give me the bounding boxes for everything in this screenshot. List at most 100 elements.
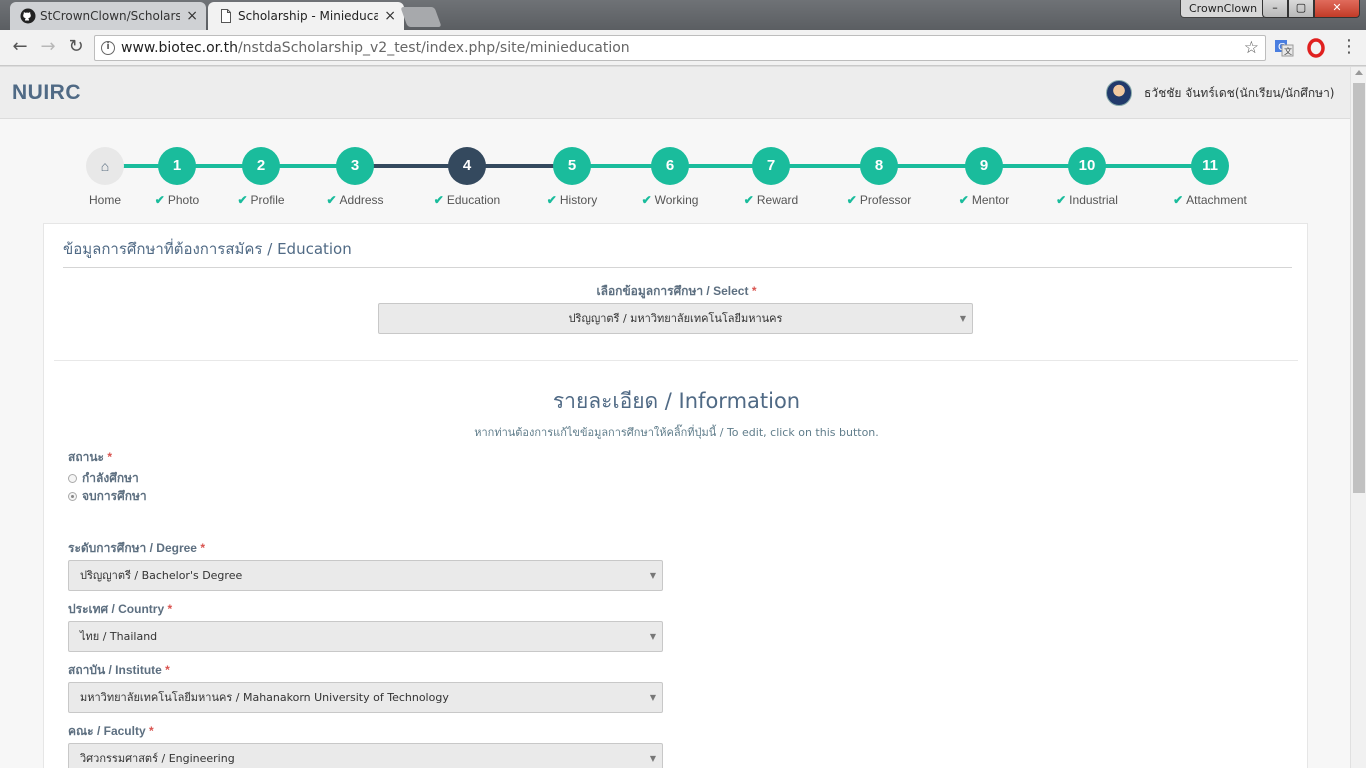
institute-select[interactable]: มหาวิทยาลัยเทคโนโลยีมหานคร / Mahanakorn …: [68, 682, 663, 713]
page-scrollbar[interactable]: [1350, 67, 1366, 768]
chevron-down-icon: ▼: [959, 314, 966, 323]
step-8-circle[interactable]: 8: [860, 147, 898, 185]
check-icon: ✔: [1056, 193, 1067, 207]
tab-label: Scholarship - Minieducati: [238, 9, 378, 23]
bookmark-star-icon[interactable]: ☆: [1244, 36, 1259, 60]
step-label-mentor[interactable]: ✔ Mentor: [959, 193, 1009, 207]
step-2-circle[interactable]: 2: [242, 147, 280, 185]
opera-icon[interactable]: [1306, 38, 1326, 58]
select-value: ปริญญาตรี / Bachelor's Degree: [80, 569, 243, 582]
step-label-text: Education: [446, 193, 501, 207]
back-arrow-icon[interactable]: ←: [8, 36, 32, 60]
avatar[interactable]: [1106, 80, 1132, 106]
address-bar[interactable]: i www.biotec.or.th/nstdaScholarship_v2_t…: [94, 35, 1266, 61]
step-5-circle[interactable]: 5: [553, 147, 591, 185]
degree-select[interactable]: ปริญญาตรี / Bachelor's Degree ▼: [68, 560, 663, 591]
step-label-text: Profile: [250, 193, 285, 207]
check-icon: ✔: [641, 193, 652, 207]
close-window-button[interactable]: ✕: [1314, 0, 1360, 18]
translate-icon[interactable]: G文: [1274, 38, 1294, 58]
step-label-text: Professor: [859, 193, 912, 207]
select-value: มหาวิทยาลัยเทคโนโลยีมหานคร / Mahanakorn …: [80, 691, 449, 704]
step-label-industrial[interactable]: ✔ Industrial: [1056, 193, 1118, 207]
step-4-circle[interactable]: 4: [448, 147, 486, 185]
info-icon[interactable]: i: [101, 41, 115, 55]
edit-hint-link[interactable]: หากท่านต้องการแก้ไขข้อมูลการศึกษาให้คลิ๊…: [44, 423, 1309, 441]
step-label-home[interactable]: Home: [89, 193, 121, 207]
new-tab-button[interactable]: [400, 7, 442, 27]
step-11-circle[interactable]: 11: [1191, 147, 1229, 185]
browser-titlebar: StCrownClown/Scholarsh × Scholarship - M…: [0, 0, 1366, 30]
degree-label: ระดับการศึกษา / Degree *: [68, 539, 205, 558]
tab-github[interactable]: StCrownClown/Scholarsh ×: [10, 2, 206, 30]
profile-button[interactable]: CrownClown: [1180, 0, 1267, 18]
check-icon: ✔: [326, 193, 337, 207]
svg-text:文: 文: [1284, 46, 1292, 56]
step-label-photo[interactable]: ✔ Photo: [155, 193, 199, 207]
close-tab-icon[interactable]: ×: [384, 2, 396, 30]
select-value: ปริญญาตรี / มหาวิทยาลัยเทคโนโลยีมหานคร: [568, 312, 783, 325]
github-icon: [20, 8, 36, 24]
required-mark: *: [148, 724, 154, 738]
maximize-button[interactable]: ▢: [1288, 0, 1314, 18]
status-label: สถานะ *: [68, 448, 112, 467]
tab-scholarship[interactable]: Scholarship - Minieducati ×: [208, 2, 404, 30]
step-label-professor[interactable]: ✔ Professor: [847, 193, 911, 207]
close-tab-icon[interactable]: ×: [186, 2, 198, 30]
select-value: ไทย / Thailand: [80, 630, 158, 643]
label-text: ประเทศ / Country: [68, 602, 165, 616]
browser-menu-icon[interactable]: ⋮: [1340, 36, 1358, 58]
scroll-up-arrow-icon[interactable]: [1355, 70, 1363, 75]
faculty-label: คณะ / Faculty *: [68, 722, 154, 741]
step-label-reward[interactable]: ✔ Reward: [744, 193, 798, 207]
step-label-profile[interactable]: ✔ Profile: [237, 193, 284, 207]
forward-arrow-icon[interactable]: →: [36, 36, 60, 60]
brand-logo[interactable]: NUIRC: [12, 81, 81, 105]
step-home-icon[interactable]: ⌂: [86, 147, 124, 185]
step-9-circle[interactable]: 9: [965, 147, 1003, 185]
chevron-down-icon: ▼: [649, 754, 656, 763]
step-label-history[interactable]: ✔ History: [547, 193, 597, 207]
url-host: www.biotec.or.th: [121, 40, 238, 56]
status-radio-studying[interactable]: กำลังศึกษา: [68, 469, 139, 488]
radio-button[interactable]: [68, 474, 77, 483]
step-10-circle[interactable]: 10: [1068, 147, 1106, 185]
label-text: สถานะ: [68, 450, 104, 464]
education-select[interactable]: ปริญญาตรี / มหาวิทยาลัยเทคโนโลยีมหานคร ▼: [378, 303, 973, 334]
chevron-down-icon: ▼: [649, 571, 656, 580]
reload-icon[interactable]: ↻: [64, 36, 88, 60]
page-icon: [221, 9, 231, 23]
step-label-text: Address: [339, 193, 384, 207]
check-icon: ✔: [237, 193, 248, 207]
user-name[interactable]: ธวัชชัย จันทร์เดช(นักเรียน/นักศึกษา): [1144, 84, 1334, 103]
label-text: สถาบัน / Institute: [68, 663, 162, 677]
required-mark: *: [167, 602, 173, 616]
panel-title: ข้อมูลการศึกษาที่ต้องการสมัคร / Educatio…: [63, 240, 352, 258]
required-mark: *: [200, 541, 205, 555]
step-6-circle[interactable]: 6: [651, 147, 689, 185]
step-label-attachment[interactable]: ✔ Attachment: [1173, 193, 1247, 207]
browser-toolbar: ← → ↻ i www.biotec.or.th/nstdaScholarshi…: [0, 30, 1366, 66]
label-text: ระดับการศึกษา / Degree: [68, 541, 197, 555]
step-1-circle[interactable]: 1: [158, 147, 196, 185]
label-text: เลือกข้อมูลการศึกษา / Select: [596, 284, 749, 298]
radio-button[interactable]: [68, 492, 77, 501]
check-icon: ✔: [743, 193, 754, 207]
select-value: วิศวกรรมศาสตร์ / Engineering: [80, 752, 235, 765]
scrollbar-thumb[interactable]: [1353, 83, 1365, 493]
step-label-education[interactable]: ✔ Education: [434, 193, 500, 207]
step-label-working[interactable]: ✔ Working: [642, 193, 699, 207]
required-mark: *: [165, 663, 170, 677]
check-icon: ✔: [433, 193, 444, 207]
tab-label: StCrownClown/Scholarsh: [40, 9, 180, 23]
country-select[interactable]: ไทย / Thailand ▼: [68, 621, 663, 652]
label-text: คณะ / Faculty: [68, 724, 146, 738]
faculty-select[interactable]: วิศวกรรมศาสตร์ / Engineering ▼: [68, 743, 663, 768]
step-7-circle[interactable]: 7: [752, 147, 790, 185]
status-radio-graduated[interactable]: จบการศึกษา: [68, 487, 147, 506]
education-panel: ข้อมูลการศึกษาที่ต้องการสมัคร / Educatio…: [43, 223, 1308, 768]
step-label-address[interactable]: ✔ Address: [326, 193, 383, 207]
minimize-button[interactable]: –: [1262, 0, 1288, 18]
step-wizard: ⌂ Home 1 ✔ Photo 2 ✔ Profile 3 ✔ Address 4 ✔ Educatio…: [0, 119, 1350, 221]
step-3-circle[interactable]: 3: [336, 147, 374, 185]
